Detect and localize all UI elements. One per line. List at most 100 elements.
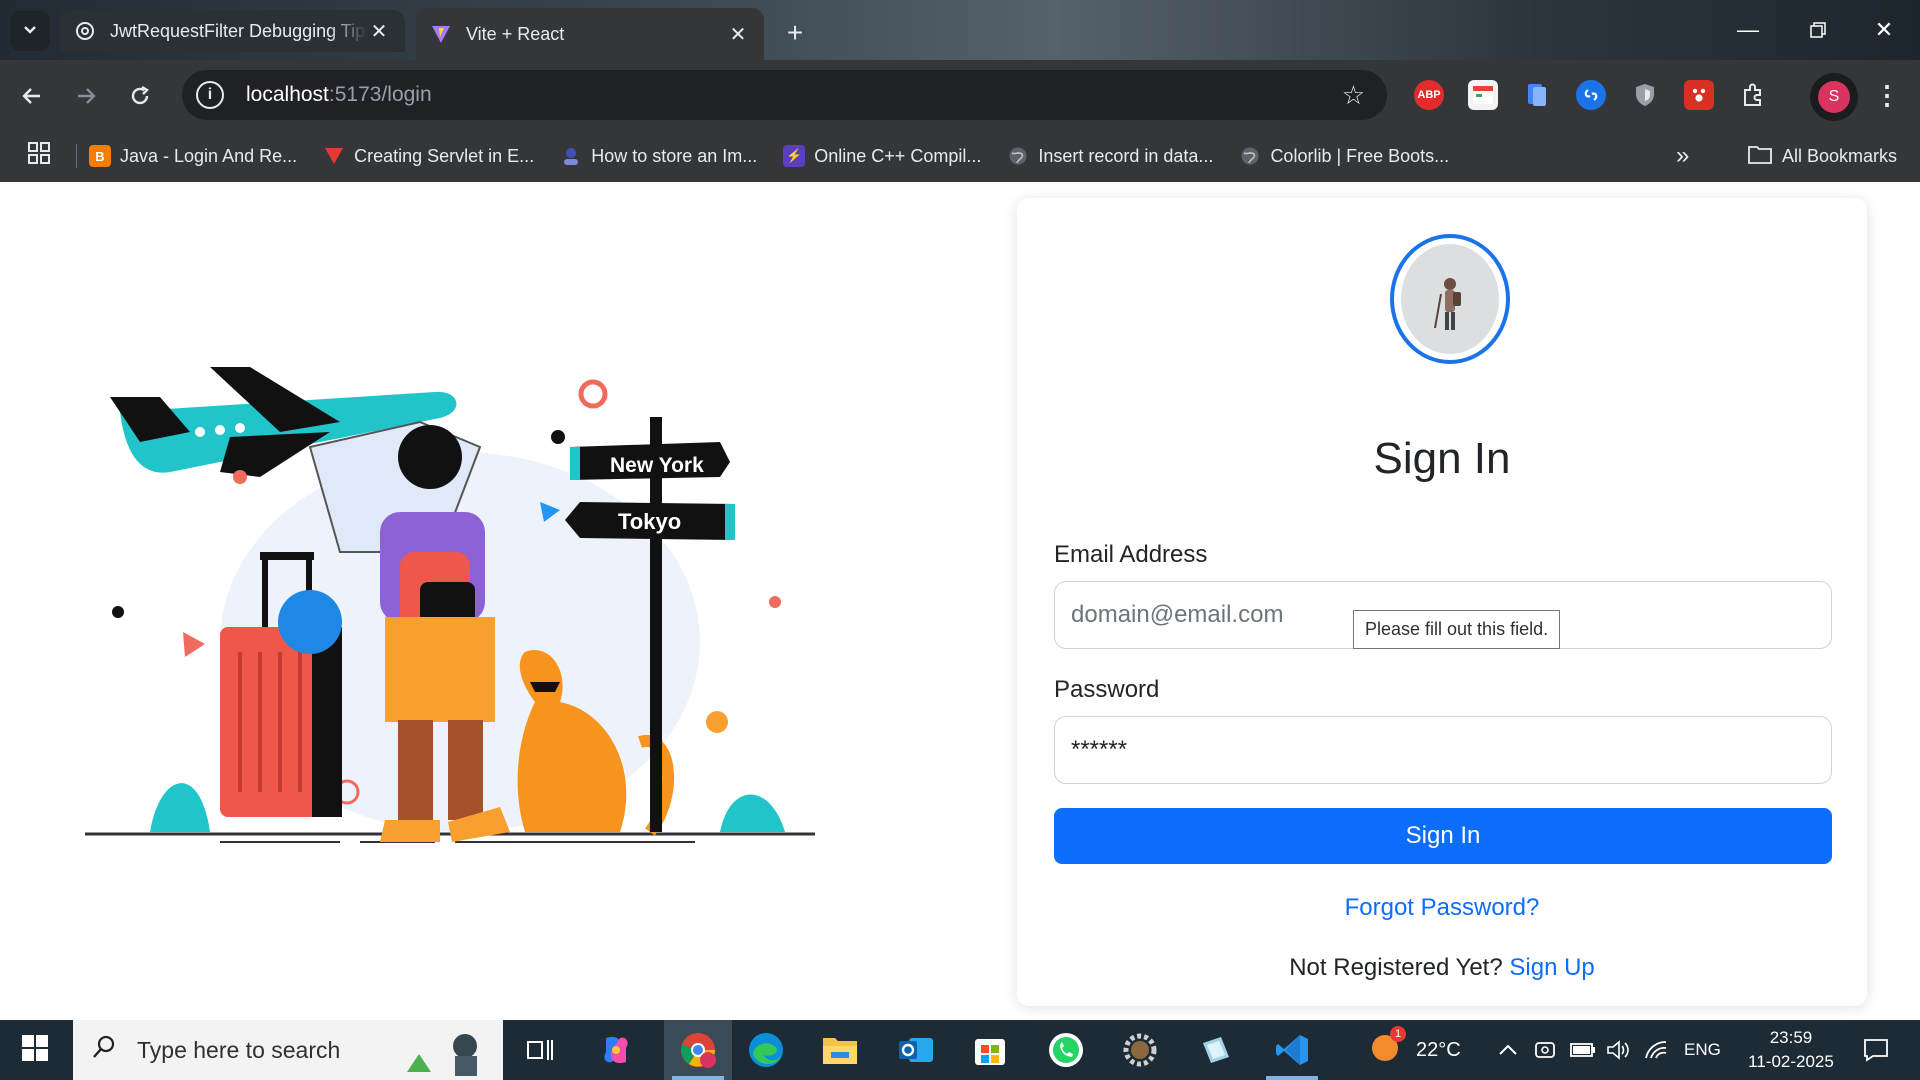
shield-icon[interactable] [1630, 80, 1660, 110]
outlook-icon[interactable] [894, 1028, 938, 1072]
signup-link[interactable]: Sign Up [1509, 954, 1594, 981]
whatsapp-icon[interactable] [1044, 1028, 1088, 1072]
brand-logo [1390, 234, 1510, 364]
password-label: Password [1054, 676, 1160, 703]
chrome-icon[interactable] [676, 1028, 720, 1072]
ms-store-icon[interactable] [968, 1028, 1012, 1072]
close-icon[interactable]: ✕ [367, 19, 391, 43]
bookmark-item[interactable]: Insert record in data... [1007, 145, 1213, 167]
travel-illustration: New York Tokyo [80, 352, 820, 852]
notepad-icon[interactable] [1194, 1028, 1238, 1072]
address-bar[interactable]: i localhost:5173/login ☆ [182, 70, 1387, 120]
register-prompt: Not Registered Yet? [1289, 954, 1503, 981]
sign-new-york: New York [610, 454, 704, 477]
notifications-icon[interactable] [1856, 1034, 1896, 1066]
meet-now-icon[interactable] [1534, 1020, 1556, 1080]
browser-titlebar: JwtRequestFilter Debugging Tips ✕ Vite +… [0, 0, 1920, 60]
extensions-puzzle-icon[interactable] [1738, 80, 1768, 110]
start-button[interactable] [0, 1020, 70, 1080]
copilot-icon[interactable] [594, 1028, 638, 1072]
close-icon[interactable]: ✕ [726, 22, 750, 46]
weather-badge: 1 [1390, 1026, 1406, 1042]
password-field[interactable] [1054, 716, 1832, 784]
bookmark-item[interactable]: How to store an Im... [560, 145, 757, 167]
close-window-button[interactable]: ✕ [1862, 10, 1906, 50]
blogger-icon: B [89, 145, 111, 167]
tab-title: Vite + React [466, 23, 565, 44]
back-button[interactable] [14, 78, 50, 114]
login-page: New York Tokyo Sign In Email Address Ple… [0, 182, 1920, 1020]
email-label: Email Address [1054, 541, 1208, 568]
folder-icon [1748, 144, 1772, 169]
url-text: localhost:5173/login [246, 83, 432, 106]
bolt-icon: ⚡ [783, 145, 806, 167]
apps-grid-icon[interactable] [28, 141, 50, 171]
clock-time: 23:59 [1769, 1028, 1813, 1047]
bookmarks-overflow-icon[interactable]: » [1676, 142, 1689, 170]
windows-logo-icon [22, 1034, 48, 1066]
tray-overflow-icon[interactable] [1498, 1020, 1518, 1080]
taskbar-search-box[interactable]: Type here to search [73, 1020, 503, 1080]
vscode-icon[interactable] [1270, 1028, 1314, 1072]
triangle-icon [323, 145, 345, 167]
signin-button[interactable]: Sign In [1054, 808, 1832, 864]
edge-icon[interactable] [744, 1028, 788, 1072]
minimize-button[interactable]: — [1726, 10, 1770, 50]
docs-extension-icon[interactable] [1522, 80, 1552, 110]
search-placeholder: Type here to search [137, 1036, 341, 1063]
bookmark-item[interactable]: ⚡ Online C++ Compil... [783, 145, 981, 167]
globe-icon [1007, 145, 1029, 167]
clock-date: 11-02-2025 [1748, 1052, 1834, 1071]
bookmarks-bar: B Java - Login And Re... Creating Servle… [0, 130, 1920, 182]
search-highlight-icon [397, 1024, 497, 1080]
bookmark-star-icon[interactable]: ☆ [1342, 80, 1365, 111]
language-indicator[interactable]: ENG [1684, 1020, 1721, 1080]
tab-search-button[interactable] [10, 11, 50, 51]
bookmarks-divider [76, 144, 77, 168]
vite-icon [430, 23, 452, 45]
volume-icon[interactable] [1606, 1020, 1630, 1080]
profile-avatar[interactable]: S [1810, 73, 1858, 121]
forgot-password-link[interactable]: Forgot Password? [1017, 894, 1867, 922]
forward-button[interactable] [68, 78, 104, 114]
adblock-plus-icon[interactable]: ABP [1414, 80, 1444, 110]
shazam-icon[interactable] [1576, 80, 1606, 110]
search-icon [91, 1034, 117, 1067]
bookmark-item[interactable]: Colorlib | Free Boots... [1239, 145, 1449, 167]
settings-gear-icon[interactable] [1118, 1028, 1162, 1072]
paw-extension-icon[interactable] [1684, 80, 1714, 110]
tab-jwt[interactable]: JwtRequestFilter Debugging Tips ✕ [60, 10, 405, 52]
bookmark-item[interactable]: B Java - Login And Re... [89, 145, 297, 167]
battery-icon[interactable] [1570, 1020, 1596, 1080]
browser-toolbar: i localhost:5173/login ☆ ABP S ⋮ [0, 60, 1920, 130]
taskbar-active-indicator [672, 1076, 724, 1080]
task-view-icon[interactable] [518, 1028, 562, 1072]
file-explorer-icon[interactable] [818, 1028, 862, 1072]
avatar-icon [560, 145, 582, 167]
calendar-extension-icon[interactable] [1468, 80, 1498, 110]
weather-sun-icon: 1 [1370, 1026, 1406, 1070]
openai-icon [74, 20, 96, 42]
tab-vite-react[interactable]: Vite + React ✕ [416, 8, 764, 60]
tab-title: JwtRequestFilter Debugging Tips [110, 20, 367, 41]
menu-kebab-icon[interactable]: ⋮ [1874, 80, 1900, 111]
all-bookmarks-button[interactable]: All Bookmarks [1748, 144, 1897, 169]
site-info-icon[interactable]: i [196, 81, 224, 109]
signin-card: Sign In Email Address Please fill out th… [1017, 198, 1867, 1006]
wifi-icon[interactable] [1644, 1020, 1668, 1080]
weather-temp: 22°C [1416, 1038, 1461, 1061]
globe-icon [1239, 145, 1261, 167]
windows-taskbar: Type here to search 1 22°C ENG 23:59 11-… [0, 1020, 1920, 1080]
reload-button[interactable] [122, 78, 158, 114]
system-clock[interactable]: 23:59 11-02-2025 [1736, 1026, 1846, 1074]
vscode-running-indicator [1266, 1076, 1318, 1080]
register-row: Not Registered Yet? Sign Up [1017, 954, 1867, 982]
sign-tokyo: Tokyo [618, 509, 681, 534]
validation-tooltip: Please fill out this field. [1353, 610, 1561, 649]
new-tab-button[interactable]: + [778, 16, 812, 50]
chevron-down-icon [22, 21, 38, 42]
page-title: Sign In [1373, 434, 1511, 483]
weather-widget[interactable]: 1 22°C [1370, 1020, 1461, 1080]
bookmark-item[interactable]: Creating Servlet in E... [323, 145, 534, 167]
restore-button[interactable] [1796, 10, 1840, 50]
